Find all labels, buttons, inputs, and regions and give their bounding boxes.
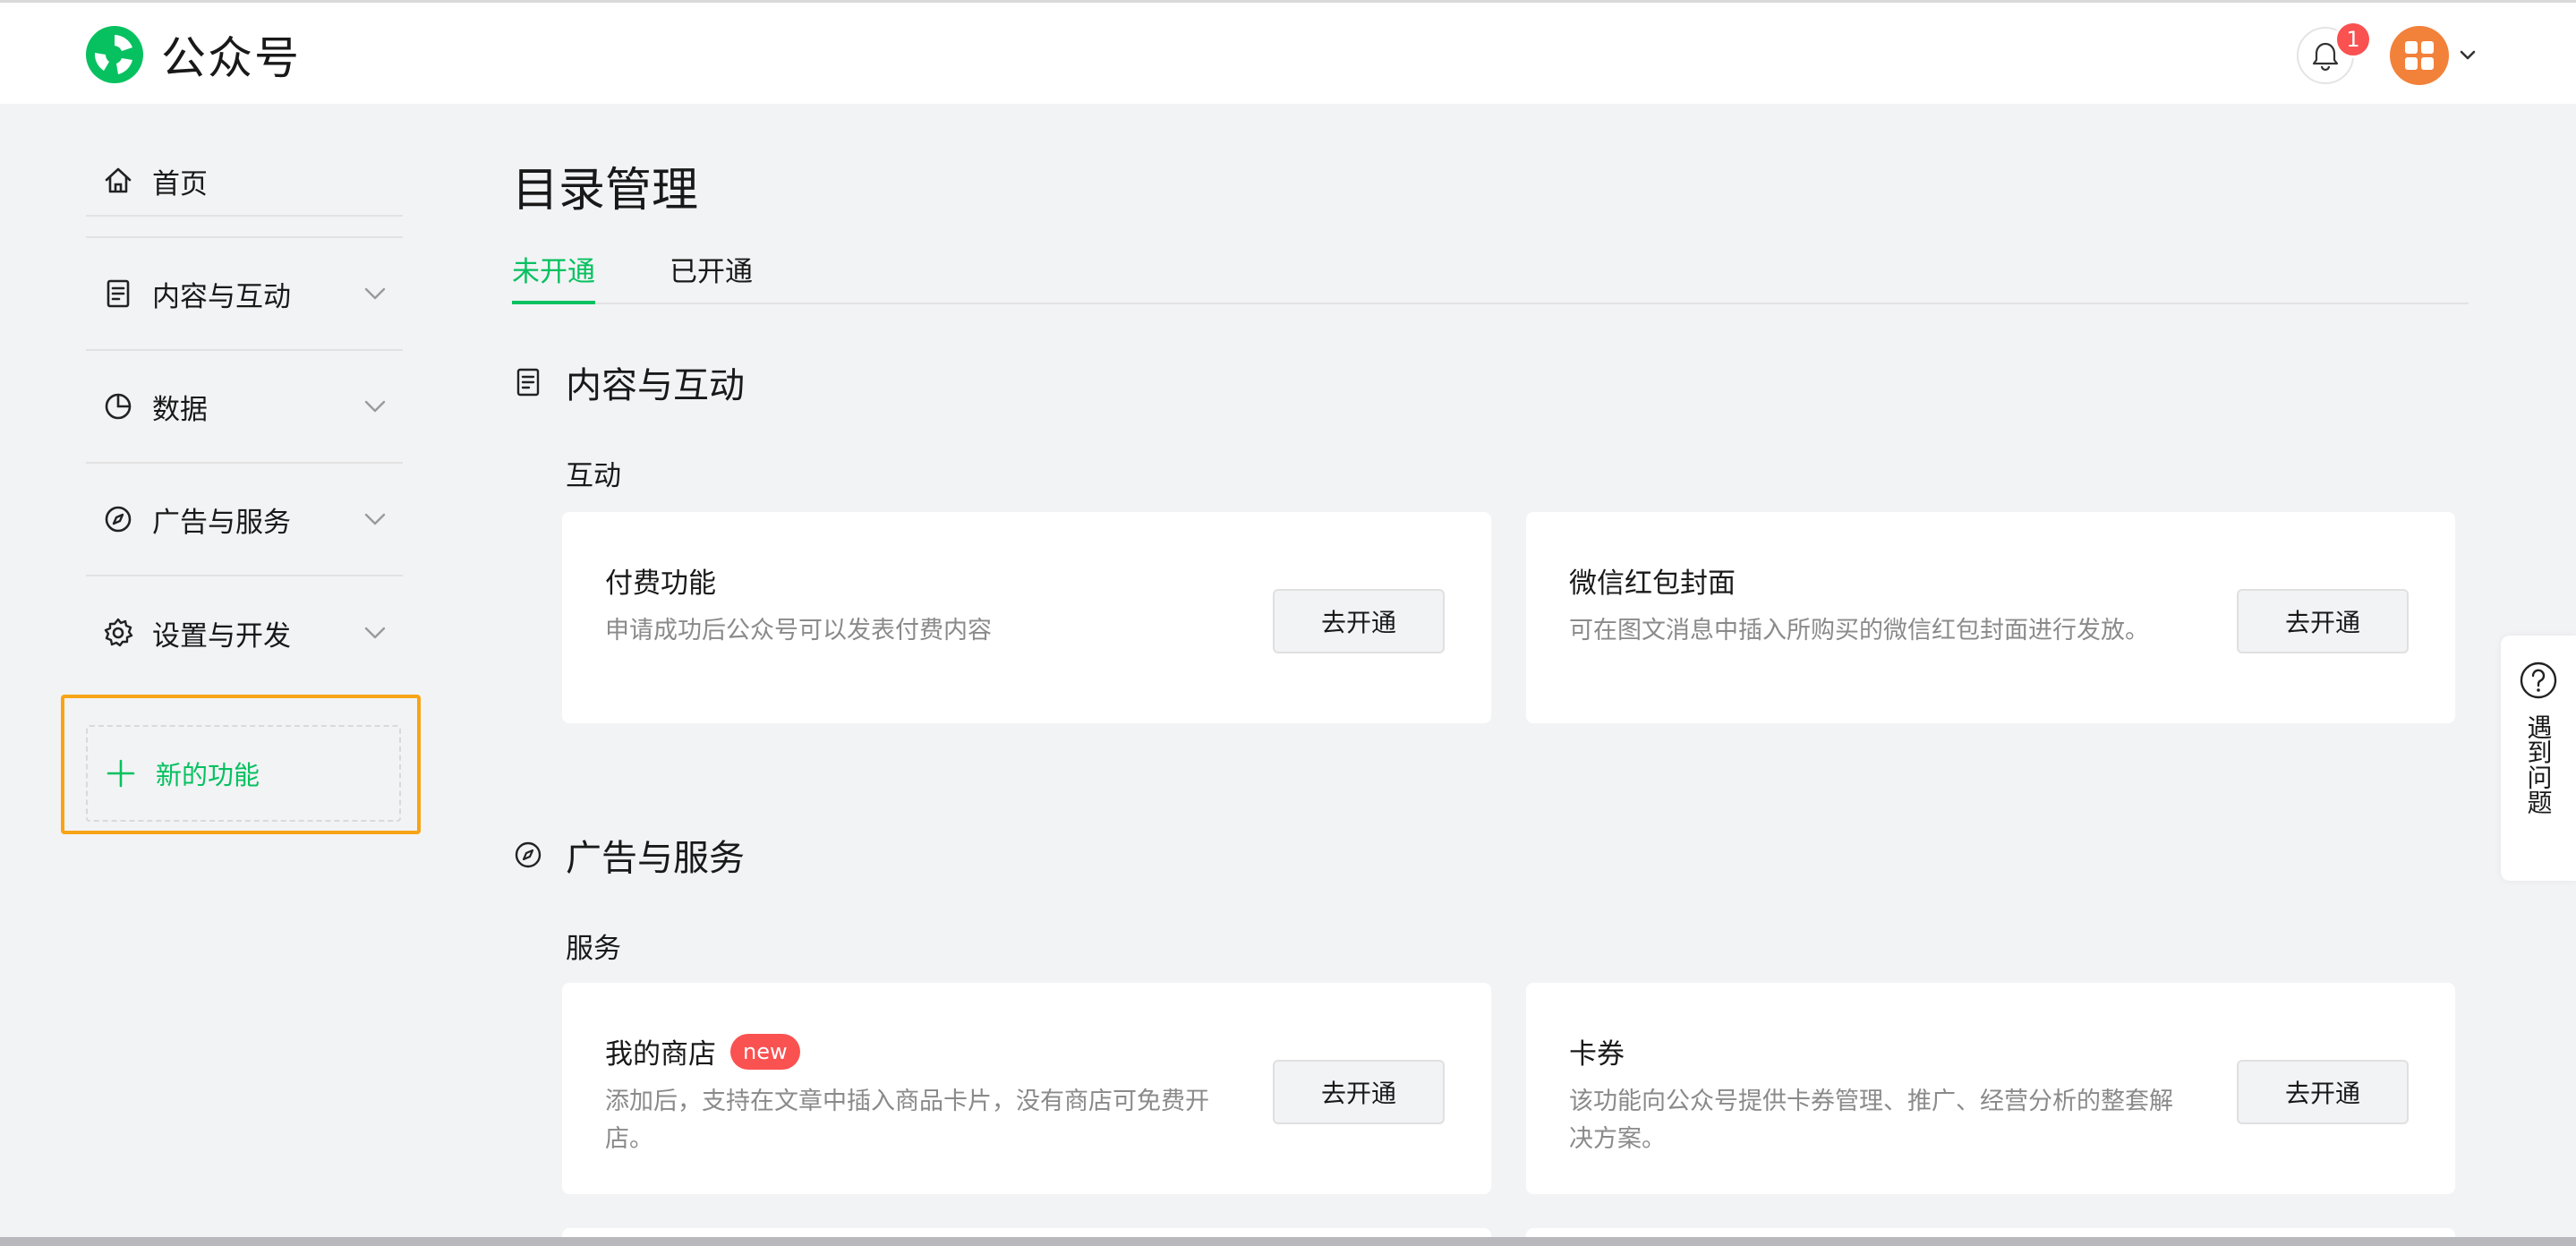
sidebar-item-content[interactable]: 内容与互动 (86, 238, 403, 351)
sidebar-item-settings[interactable]: 设置与开发 (86, 576, 403, 689)
tab-bar: 未开通 已开通 (512, 252, 2469, 304)
activate-button[interactable]: 去开通 (2237, 589, 2409, 653)
feature-card-paid: 付费功能 申请成功后公众号可以发表付费内容 去开通 (562, 512, 1491, 723)
document-icon (516, 368, 540, 397)
sidebar-item-label: 广告与服务 (152, 506, 291, 539)
sidebar-item-label: 首页 (152, 167, 208, 201)
card-title-text: 微信红包封面 (1569, 568, 1736, 600)
card-description: 添加后，支持在文章中插入商品卡片，没有商店可免费开店。 (605, 1088, 1209, 1153)
card-title-text: 我的商店 (605, 1038, 716, 1071)
new-badge: new (730, 1033, 800, 1070)
card-title-text: 卡券 (1569, 1038, 1625, 1071)
chevron-down-icon (364, 513, 386, 525)
logo-text: 公众号 (161, 32, 301, 84)
card-title: 微信红包封面 (1569, 560, 1736, 601)
question-icon (2520, 661, 2557, 699)
feature-card-red-packet-cover: 微信红包封面 可在图文消息中插入所购买的微信红包封面进行发放。 去开通 (1526, 512, 2455, 723)
card-title: 我的商店 new (605, 1031, 800, 1071)
section-title-content: 内容与互动 (512, 356, 745, 408)
sidebar-item-ads-services[interactable]: 广告与服务 (86, 464, 403, 576)
plus-icon (107, 759, 135, 788)
activate-button[interactable]: 去开通 (2237, 1060, 2409, 1124)
card-description: 可在图文消息中插入所购买的微信红包封面进行发放。 (1569, 617, 2149, 644)
sidebar-item-label: 内容与互动 (152, 280, 291, 313)
chevron-down-icon (364, 400, 386, 413)
compass-icon (515, 841, 542, 868)
card-description: 申请成功后公众号可以发表付费内容 (605, 617, 992, 644)
tab-not-activated[interactable]: 未开通 (512, 252, 595, 304)
document-icon (107, 279, 130, 308)
new-function-button[interactable]: 新的功能 (86, 725, 401, 822)
section-label: 内容与互动 (566, 365, 745, 406)
logo[interactable]: 公众号 (84, 24, 301, 85)
card-description: 该功能向公众号提供卡券管理、推广、经营分析的整套解决方案。 (1569, 1088, 2173, 1153)
chevron-down-icon (364, 287, 386, 300)
home-icon (105, 167, 132, 193)
feature-card-my-store: 我的商店 new 添加后，支持在文章中插入商品卡片，没有商店可免费开店。 去开通 (562, 983, 1491, 1194)
sidebar-item-home[interactable]: 首页 (86, 125, 403, 238)
subsection-title: 互动 (566, 460, 621, 492)
sidebar-item-label: 数据 (152, 393, 208, 426)
feature-card-coupons: 卡券 该功能向公众号提供卡券管理、推广、经营分析的整套解决方案。 去开通 (1526, 983, 2455, 1194)
section-title-ads-services: 广告与服务 (512, 829, 745, 881)
card-title: 卡券 (1569, 1031, 1625, 1071)
grid-icon (2405, 41, 2434, 70)
tab-activated[interactable]: 已开通 (670, 252, 753, 304)
new-function-label: 新的功能 (156, 760, 260, 790)
activate-button[interactable]: 去开通 (1273, 589, 1445, 653)
help-float-button[interactable]: 遇到问题 (2501, 636, 2576, 881)
subsection-title: 服务 (566, 933, 621, 965)
window-bottom-edge (0, 1237, 2576, 1246)
card-title: 付费功能 (605, 560, 716, 601)
compass-icon (105, 506, 132, 533)
section-label: 广告与服务 (566, 838, 745, 879)
pie-chart-icon (105, 393, 132, 420)
card-title-text: 付费功能 (605, 568, 716, 600)
chevron-down-icon[interactable] (2456, 44, 2479, 67)
avatar[interactable] (2390, 26, 2449, 85)
page-title: 目录管理 (512, 164, 699, 218)
notification-badge: 1 (2334, 21, 2372, 58)
logo-icon (86, 26, 143, 83)
top-bar: 公众号 1 (0, 0, 2576, 104)
sidebar-item-data[interactable]: 数据 (86, 351, 403, 464)
chevron-down-icon (364, 627, 386, 639)
sidebar-item-label: 设置与开发 (152, 619, 291, 653)
gear-icon (104, 618, 133, 647)
help-label: 遇到问题 (2523, 714, 2554, 815)
activate-button[interactable]: 去开通 (1273, 1060, 1445, 1124)
